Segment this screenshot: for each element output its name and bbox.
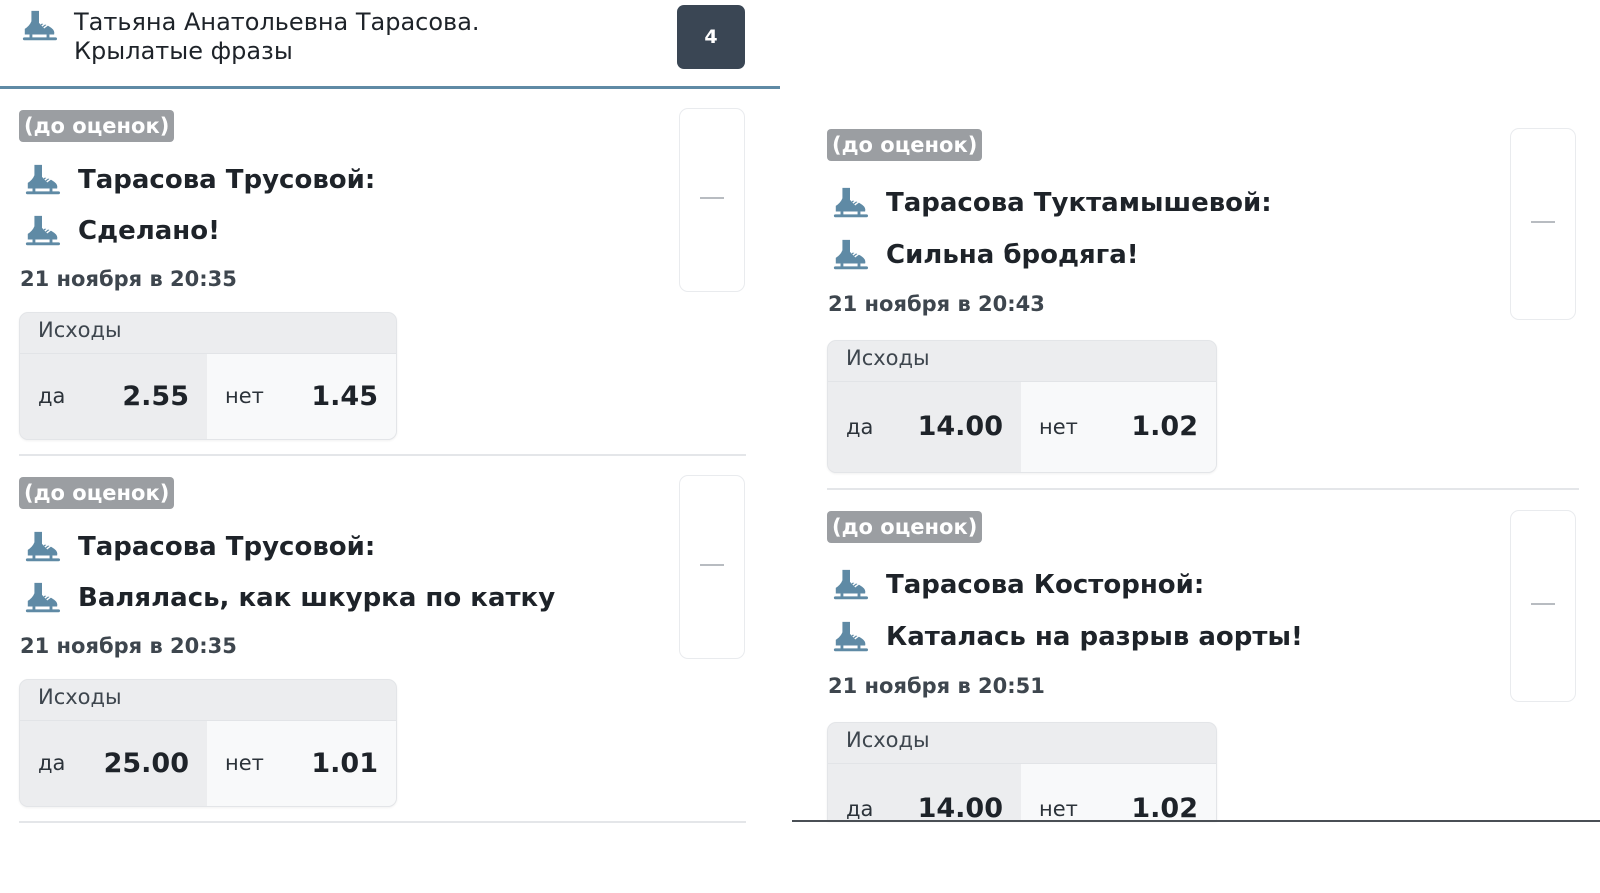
market-date: 21 ноября в 20:35 xyxy=(20,267,237,291)
dash-icon xyxy=(700,564,724,566)
market-date: 21 ноября в 20:43 xyxy=(828,292,1045,316)
skate-icon xyxy=(831,185,869,221)
status-tag: (до оценок) xyxy=(827,129,983,161)
skate-icon xyxy=(23,213,61,249)
outcome-yes-odds: 14.00 xyxy=(917,793,1003,821)
dash-icon xyxy=(1531,221,1555,223)
outcomes-label: Исходы xyxy=(38,318,122,342)
header-divider xyxy=(0,86,780,89)
outcomes-label: Исходы xyxy=(846,728,930,752)
market-side-button[interactable] xyxy=(1510,510,1576,702)
skate-icon xyxy=(23,580,61,616)
outcome-no-button[interactable]: нет 1.02 xyxy=(1021,382,1216,472)
outcome-yes-button[interactable]: да 14.00 xyxy=(828,764,1021,821)
skate-icon xyxy=(23,162,61,198)
market-side-button[interactable] xyxy=(1510,128,1576,320)
outcome-no-label: нет xyxy=(225,751,264,775)
market-speaker: Тарасова Трусовой: xyxy=(78,165,376,195)
count-badge[interactable]: 4 xyxy=(677,5,745,69)
market-date: 21 ноября в 20:35 xyxy=(20,634,237,658)
outcome-no-odds: 1.45 xyxy=(311,381,378,412)
outcome-no-button[interactable]: нет 1.01 xyxy=(207,721,396,806)
outcomes-panel: Исходы да 2.55 нет 1.45 xyxy=(19,312,397,440)
market-phrase: Сильна бродяга! xyxy=(886,240,1139,270)
market-phrase: Валялась, как шкурка по катку xyxy=(78,583,556,613)
outcome-yes-button[interactable]: да 2.55 xyxy=(20,354,207,439)
skate-icon xyxy=(20,8,58,44)
status-tag: (до оценок) xyxy=(19,110,175,142)
outcomes-panel: Исходы да 25.00 нет 1.01 xyxy=(19,679,397,807)
market-separator xyxy=(19,821,746,823)
outcome-no-label: нет xyxy=(225,384,264,408)
outcome-yes-label: да xyxy=(846,797,874,821)
outcome-yes-button[interactable]: да 25.00 xyxy=(20,721,207,806)
outcome-no-odds: 1.02 xyxy=(1131,793,1198,821)
market-speaker: Тарасова Трусовой: xyxy=(78,532,376,562)
outcome-yes-odds: 2.55 xyxy=(122,381,189,412)
outcomes-label: Исходы xyxy=(846,346,930,370)
skate-icon xyxy=(831,619,869,655)
outcome-yes-odds: 14.00 xyxy=(917,411,1003,442)
market-separator xyxy=(827,488,1579,490)
outcome-no-button[interactable]: нет 1.45 xyxy=(207,354,396,439)
outcome-yes-odds: 25.00 xyxy=(103,748,189,779)
status-tag: (до оценок) xyxy=(827,511,983,543)
outcomes-label: Исходы xyxy=(38,685,122,709)
status-tag: (до оценок) xyxy=(19,477,175,509)
viewport-bottom-edge xyxy=(792,820,1600,822)
outcome-no-button[interactable]: нет 1.02 xyxy=(1021,764,1216,821)
skate-icon xyxy=(831,567,869,603)
market-separator xyxy=(19,454,746,456)
outcome-yes-label: да xyxy=(38,751,66,775)
dash-icon xyxy=(1531,603,1555,605)
outcomes-panel: Исходы да 14.00 нет 1.02 xyxy=(827,340,1217,473)
outcome-yes-button[interactable]: да 14.00 xyxy=(828,382,1021,472)
market-side-button[interactable] xyxy=(679,108,745,292)
outcome-no-label: нет xyxy=(1039,415,1078,439)
market-phrase: Сделано! xyxy=(78,216,220,246)
outcome-no-odds: 1.02 xyxy=(1131,411,1198,442)
market-speaker: Тарасова Туктамышевой: xyxy=(886,188,1272,218)
outcomes-panel: Исходы да 14.00 нет 1.02 xyxy=(827,722,1217,821)
outcome-no-label: нет xyxy=(1039,797,1078,821)
skate-icon xyxy=(831,237,869,273)
market-date: 21 ноября в 20:51 xyxy=(828,674,1045,698)
outcome-yes-label: да xyxy=(38,384,66,408)
market-side-button[interactable] xyxy=(679,475,745,659)
dash-icon xyxy=(700,197,724,199)
outcome-yes-label: да xyxy=(846,415,874,439)
skate-icon xyxy=(23,529,61,565)
page-title: Татьяна Анатольевна Тарасова. Крылатые ф… xyxy=(74,8,480,65)
market-phrase: Каталась на разрыв аорты! xyxy=(886,622,1303,652)
market-speaker: Тарасова Косторной: xyxy=(886,570,1205,600)
outcome-no-odds: 1.01 xyxy=(311,748,378,779)
